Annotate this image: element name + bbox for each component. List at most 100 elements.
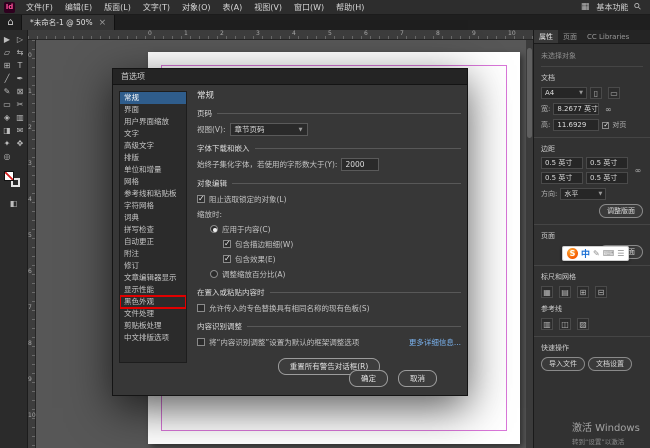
pref-category-3[interactable]: 文字 <box>120 128 186 140</box>
gap-tool[interactable]: ⇆ <box>14 46 27 59</box>
menu-item-7[interactable]: 窗口(W) <box>288 0 330 14</box>
eyedropper-tool[interactable]: ✦ <box>1 137 14 150</box>
width-field[interactable]: 8.2677 英寸 <box>553 103 599 115</box>
glyph-count-field[interactable]: 2000 <box>341 158 379 171</box>
margin-field-2[interactable]: 0.5 英寸 <box>541 172 583 184</box>
sogou-logo-icon[interactable]: S <box>567 248 578 259</box>
direct-selection-tool[interactable]: ▷ <box>14 33 27 46</box>
note-tool[interactable]: ✉ <box>14 124 27 137</box>
menu-item-8[interactable]: 帮助(H) <box>330 0 370 14</box>
menu-item-3[interactable]: 文字(T) <box>137 0 176 14</box>
pref-category-20[interactable]: 中文排版选项 <box>120 332 186 344</box>
panel-tab-2[interactable]: CC Libraries <box>582 30 634 43</box>
rectangle-tool[interactable]: ▭ <box>1 98 14 111</box>
gradient-tool[interactable]: ▥ <box>14 111 27 124</box>
guide-icon-2[interactable]: ▨ <box>577 318 589 330</box>
horizontal-ruler[interactable]: 012345678910 <box>28 30 533 40</box>
content-aware-checkbox[interactable] <box>197 338 205 346</box>
fill-swatch[interactable] <box>4 171 14 181</box>
pref-category-2[interactable]: 用户界面缩放 <box>120 116 186 128</box>
adjust-layout-button[interactable]: 调整版面 <box>599 204 643 218</box>
pref-category-13[interactable]: 附注 <box>120 248 186 260</box>
landscape-icon[interactable]: ▭ <box>608 87 620 99</box>
pref-category-7[interactable]: 网格 <box>120 176 186 188</box>
gradient-feather-tool[interactable]: ◨ <box>1 124 14 137</box>
ruler-grid-icon-3[interactable]: ⊟ <box>595 286 607 298</box>
margin-field-1[interactable]: 0.5 英寸 <box>586 157 628 169</box>
include-effects-checkbox[interactable] <box>223 255 231 263</box>
include-stroke-checkbox[interactable] <box>223 240 231 248</box>
menu-item-2[interactable]: 版面(L) <box>98 0 137 14</box>
allow-spot-checkbox[interactable] <box>197 304 205 312</box>
pref-category-4[interactable]: 高级文字 <box>120 140 186 152</box>
margin-field-3[interactable]: 0.5 英寸 <box>586 172 628 184</box>
guide-icon-1[interactable]: ◫ <box>559 318 571 330</box>
dialog-title[interactable]: 首选项 <box>113 69 467 85</box>
sogou-icon-1[interactable]: ⌨ <box>603 249 615 258</box>
workspace-grid-icon[interactable]: ▦ <box>581 2 590 12</box>
pref-category-15[interactable]: 文章编辑器显示 <box>120 272 186 284</box>
portrait-icon[interactable]: ▯ <box>590 87 602 99</box>
pref-category-0[interactable]: 常规 <box>120 92 186 104</box>
pref-category-19[interactable]: 剪贴板处理 <box>120 320 186 332</box>
pref-category-1[interactable]: 界面 <box>120 104 186 116</box>
workspace-switcher[interactable]: 基本功能 <box>596 2 628 13</box>
pen-tool[interactable]: ✒ <box>14 72 27 85</box>
rectangle-frame-tool[interactable]: ⊠ <box>14 85 27 98</box>
menu-item-6[interactable]: 视图(V) <box>248 0 288 14</box>
input-mode-chinese-icon[interactable]: 中 <box>581 247 590 260</box>
pref-category-14[interactable]: 修订 <box>120 260 186 272</box>
home-button[interactable]: ⌂ <box>0 15 22 30</box>
height-field[interactable]: 11.6929 <box>553 119 599 131</box>
content-collector-tool[interactable]: ⊞ <box>1 59 14 72</box>
menu-item-1[interactable]: 编辑(E) <box>59 0 98 14</box>
link-dimensions-icon[interactable]: ∞ <box>602 103 614 115</box>
sogou-icon-0[interactable]: ✎ <box>593 249 600 258</box>
more-info-link[interactable]: 更多详细信息... <box>409 337 461 348</box>
quick-action-1[interactable]: 文档设置 <box>588 357 632 371</box>
pref-category-11[interactable]: 拼写检查 <box>120 224 186 236</box>
pref-category-6[interactable]: 单位和增量 <box>120 164 186 176</box>
pencil-tool[interactable]: ✎ <box>1 85 14 98</box>
sogou-icon-2[interactable]: ☰ <box>617 249 624 258</box>
scissors-tool[interactable]: ✂ <box>14 98 27 111</box>
pref-category-8[interactable]: 参考线和粘贴板 <box>120 188 186 200</box>
direction-dropdown[interactable]: 水平 ▼ <box>560 188 606 200</box>
guide-icon-0[interactable]: ▥ <box>541 318 553 330</box>
ruler-grid-icon-1[interactable]: ▤ <box>559 286 571 298</box>
line-tool[interactable]: ╱ <box>1 72 14 85</box>
pref-category-17[interactable]: 黑色外观 <box>120 296 186 308</box>
quick-action-0[interactable]: 导入文件 <box>541 357 585 371</box>
search-icon[interactable]: ⚲ <box>633 1 645 13</box>
type-tool[interactable]: T <box>14 59 27 72</box>
cancel-button[interactable]: 取消 <box>398 370 437 387</box>
vertical-scrollbar[interactable] <box>526 40 533 448</box>
panel-tab-1[interactable]: 页面 <box>558 30 582 43</box>
zoom-tool[interactable]: ◎ <box>1 150 14 163</box>
page-numbering-dropdown[interactable]: 章节页码 ▼ <box>230 123 308 136</box>
page-size-dropdown[interactable]: A4 ▼ <box>541 87 587 99</box>
sogou-input-bar[interactable]: S 中 ✎⌨☰ <box>562 246 629 261</box>
panel-tab-0[interactable]: 属性 <box>534 30 558 43</box>
pref-category-9[interactable]: 字符网格 <box>120 200 186 212</box>
margin-link-icon[interactable]: ∞ <box>632 165 644 177</box>
tab-close-icon[interactable]: × <box>99 18 107 28</box>
menu-item-5[interactable]: 表(A) <box>217 0 249 14</box>
apply-to-content-radio[interactable] <box>210 225 218 233</box>
ruler-grid-icon-2[interactable]: ⊞ <box>577 286 589 298</box>
free-transform-tool[interactable]: ◈ <box>1 111 14 124</box>
page-tool[interactable]: ▱ <box>1 46 14 59</box>
document-tab[interactable]: *未命名-1 @ 50% × <box>22 15 115 30</box>
pref-category-12[interactable]: 自动更正 <box>120 236 186 248</box>
pref-category-18[interactable]: 文件处理 <box>120 308 186 320</box>
pref-category-10[interactable]: 词典 <box>120 212 186 224</box>
scrollbar-thumb[interactable] <box>527 48 532 138</box>
facing-pages-checkbox[interactable] <box>602 122 609 129</box>
margin-field-0[interactable]: 0.5 英寸 <box>541 157 583 169</box>
ok-button[interactable]: 确定 <box>349 370 388 387</box>
menu-item-0[interactable]: 文件(F) <box>20 0 59 14</box>
pref-category-16[interactable]: 显示性能 <box>120 284 186 296</box>
ruler-grid-icon-0[interactable]: ▦ <box>541 286 553 298</box>
hand-tool[interactable]: ✥ <box>14 137 27 150</box>
adjust-scaling-radio[interactable] <box>210 270 218 278</box>
